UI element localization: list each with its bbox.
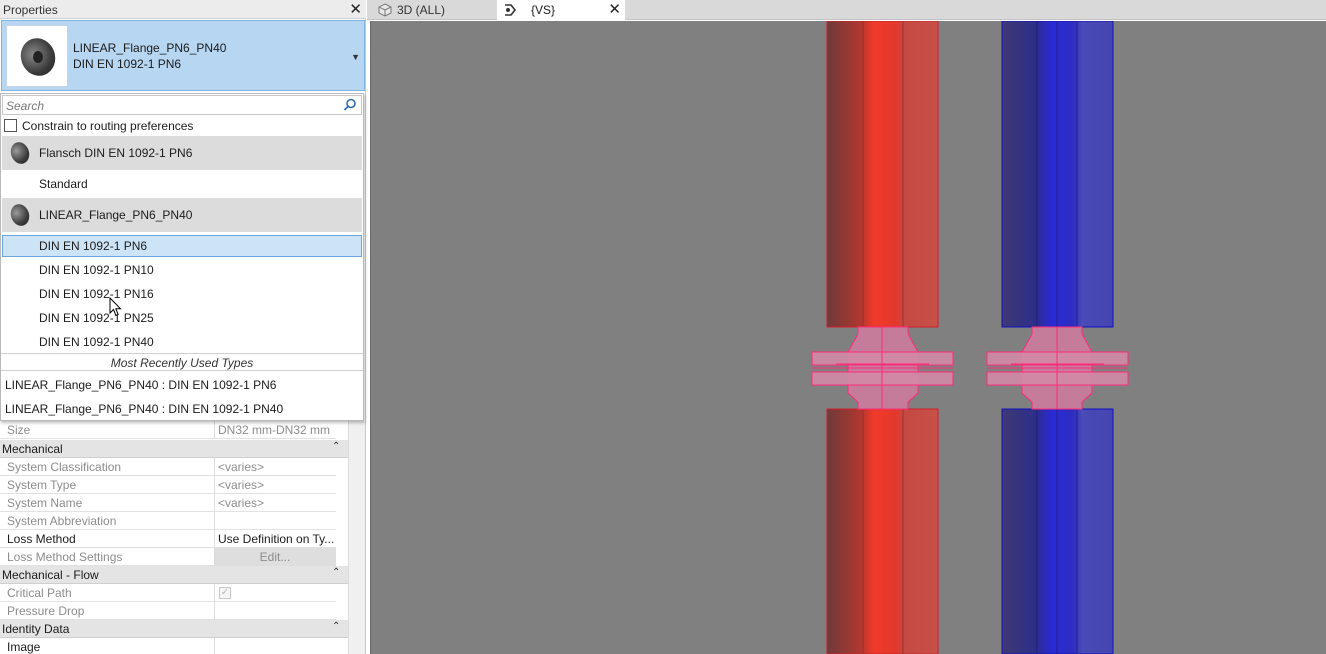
close-icon[interactable]: ✕ bbox=[608, 0, 621, 18]
search-input[interactable] bbox=[6, 98, 336, 113]
type-selector[interactable]: LINEAR_Flange_PN6_PN40 DIN EN 1092-1 PN6… bbox=[1, 20, 365, 91]
category-identity-data[interactable]: Identity Data ⌃ bbox=[0, 620, 348, 638]
section-view-icon bbox=[505, 4, 517, 16]
flange-icon bbox=[7, 201, 34, 229]
mouse-pointer-icon bbox=[109, 297, 122, 317]
collapse-chevron-icon[interactable]: ⌃ bbox=[332, 441, 340, 452]
edit-button[interactable]: Edit... bbox=[214, 548, 336, 566]
type-item-label: DIN EN 1092-1 PN6 bbox=[39, 239, 148, 253]
property-label: Critical Path bbox=[7, 586, 72, 600]
chevron-down-icon[interactable]: ▼ bbox=[351, 52, 360, 62]
type-item-standard[interactable]: Standard bbox=[2, 173, 362, 195]
category-label: Mechanical - Flow bbox=[2, 568, 99, 582]
tab-label: 3D (ALL) bbox=[397, 3, 446, 17]
flange-hot[interactable] bbox=[811, 326, 954, 410]
property-row-system-name[interactable]: System Name <varies> bbox=[0, 494, 336, 512]
type-item-label: DIN EN 1092-1 PN40 bbox=[39, 335, 154, 349]
family-name: Flansch DIN EN 1092-1 PN6 bbox=[39, 146, 193, 160]
model-viewport[interactable] bbox=[370, 21, 1326, 654]
flange-cold[interactable] bbox=[986, 326, 1129, 410]
property-label: Loss Method Settings bbox=[7, 550, 123, 564]
type-item-pn16[interactable]: DIN EN 1092-1 PN16 bbox=[2, 283, 362, 305]
type-item-pn10[interactable]: DIN EN 1092-1 PN10 bbox=[2, 259, 362, 281]
property-grid: Size DN32 mm-DN32 mm Mechanical ⌃ System… bbox=[0, 421, 348, 654]
property-row-size[interactable]: Size DN32 mm-DN32 mm bbox=[0, 421, 336, 439]
property-label: Size bbox=[7, 423, 31, 437]
property-label: System Abbreviation bbox=[7, 514, 117, 528]
property-row-image[interactable]: Image bbox=[0, 638, 336, 654]
type-item-label: DIN EN 1092-1 PN16 bbox=[39, 287, 154, 301]
property-label: System Classification bbox=[7, 460, 122, 474]
checkbox-checked-icon[interactable]: ✓ bbox=[219, 587, 231, 599]
property-value: <varies> bbox=[218, 478, 265, 492]
cold-pipe-upper[interactable] bbox=[1001, 21, 1114, 328]
property-row-system-classification[interactable]: System Classification <varies> bbox=[0, 458, 336, 476]
property-label: System Name bbox=[7, 496, 83, 510]
category-label: Mechanical bbox=[2, 442, 63, 456]
properties-panel: Properties ✕ LINEAR_Flange_PN6_PN40 DIN … bbox=[0, 0, 366, 654]
property-row-loss-method-settings[interactable]: Loss Method Settings Edit... bbox=[0, 548, 336, 566]
category-mechanical[interactable]: Mechanical ⌃ bbox=[0, 440, 348, 458]
mru-header: Most Recently Used Types bbox=[1, 353, 363, 371]
family-header-linear-flange: LINEAR_Flange_PN6_PN40 bbox=[2, 198, 362, 232]
hot-pipe-lower[interactable] bbox=[826, 408, 939, 654]
property-row-critical-path[interactable]: Critical Path ✓ bbox=[0, 584, 336, 602]
properties-title: Properties bbox=[3, 3, 58, 17]
property-value: <varies> bbox=[218, 460, 265, 474]
type-item-pn6[interactable]: DIN EN 1092-1 PN6 bbox=[2, 235, 362, 257]
view-tab-bar: 3D (ALL) {VS} ✕ bbox=[367, 0, 1326, 20]
type-item-pn25[interactable]: DIN EN 1092-1 PN25 bbox=[2, 307, 362, 329]
model-canvas[interactable] bbox=[371, 21, 1326, 654]
search-box[interactable] bbox=[2, 95, 362, 115]
property-label: Image bbox=[7, 640, 41, 654]
3d-view-icon bbox=[378, 3, 392, 17]
property-row-system-abbreviation[interactable]: System Abbreviation bbox=[0, 512, 336, 530]
collapse-chevron-icon[interactable]: ⌃ bbox=[332, 621, 340, 632]
category-mechanical-flow[interactable]: Mechanical - Flow ⌃ bbox=[0, 566, 348, 584]
type-item-label: DIN EN 1092-1 PN25 bbox=[39, 311, 154, 325]
property-row-loss-method[interactable]: Loss Method Use Definition on Ty... bbox=[0, 530, 336, 548]
mru-item[interactable]: LINEAR_Flange_PN6_PN40 : DIN EN 1092-1 P… bbox=[5, 402, 283, 416]
checkbox-icon[interactable] bbox=[4, 119, 17, 132]
type-item-label: Standard bbox=[39, 177, 88, 191]
family-name: LINEAR_Flange_PN6_PN40 bbox=[39, 208, 193, 222]
collapse-chevron-icon[interactable]: ⌃ bbox=[332, 567, 340, 578]
type-selector-family: LINEAR_Flange_PN6_PN40 bbox=[73, 41, 227, 55]
hot-pipe-upper[interactable] bbox=[826, 21, 939, 328]
tab-label: {VS} bbox=[531, 3, 556, 17]
tab-vs[interactable]: {VS} ✕ bbox=[497, 0, 625, 20]
property-label: Loss Method bbox=[7, 532, 76, 546]
property-label: Pressure Drop bbox=[7, 604, 85, 618]
cold-pipe-lower[interactable] bbox=[1001, 408, 1114, 654]
tab-3d-all[interactable]: 3D (ALL) bbox=[371, 0, 496, 20]
flange-thumbnail-icon bbox=[6, 25, 68, 87]
category-label: Identity Data bbox=[2, 622, 70, 636]
property-row-system-type[interactable]: System Type <varies> bbox=[0, 476, 336, 494]
property-label: System Type bbox=[7, 478, 77, 492]
close-icon[interactable]: ✕ bbox=[349, 0, 362, 18]
properties-title-bar: Properties ✕ bbox=[0, 0, 366, 19]
type-item-label: DIN EN 1092-1 PN10 bbox=[39, 263, 154, 277]
flange-icon bbox=[7, 139, 34, 167]
family-header-flansch: Flansch DIN EN 1092-1 PN6 bbox=[2, 136, 362, 170]
mru-item[interactable]: LINEAR_Flange_PN6_PN40 : DIN EN 1092-1 P… bbox=[5, 378, 276, 392]
constrain-routing-label: Constrain to routing preferences bbox=[22, 119, 194, 133]
edit-button-label: Edit... bbox=[259, 550, 291, 564]
property-value[interactable]: Use Definition on Ty... bbox=[218, 532, 336, 546]
type-dropdown: Constrain to routing preferences Flansch… bbox=[0, 93, 364, 421]
type-item-pn40[interactable]: DIN EN 1092-1 PN40 bbox=[2, 331, 362, 353]
property-row-pressure-drop[interactable]: Pressure Drop bbox=[0, 602, 336, 620]
properties-scrollbar[interactable] bbox=[348, 421, 365, 654]
type-selector-type: DIN EN 1092-1 PN6 bbox=[73, 57, 182, 71]
property-value: DN32 mm-DN32 mm bbox=[218, 423, 331, 437]
property-value: <varies> bbox=[218, 496, 265, 510]
search-icon[interactable] bbox=[343, 98, 357, 112]
